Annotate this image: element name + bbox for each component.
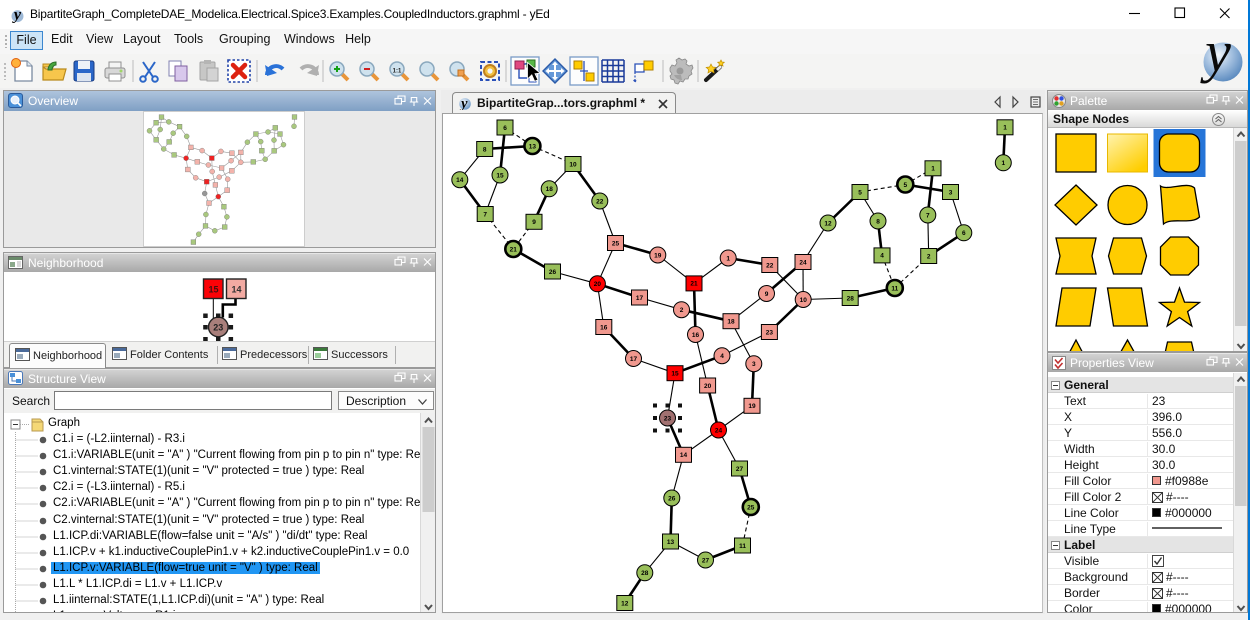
svg-text:5: 5 <box>858 189 862 196</box>
svg-text:13: 13 <box>667 539 675 546</box>
svg-text:28: 28 <box>847 295 855 302</box>
svg-text:6: 6 <box>962 230 966 237</box>
svg-text:12: 12 <box>824 220 832 227</box>
svg-text:27: 27 <box>702 557 710 564</box>
svg-text:20: 20 <box>594 281 602 288</box>
svg-text:y: y <box>459 96 468 110</box>
svg-text:23: 23 <box>766 329 774 336</box>
svg-text:7: 7 <box>926 212 930 219</box>
svg-text:15: 15 <box>496 172 504 179</box>
svg-text:12: 12 <box>621 600 629 607</box>
svg-text:1: 1 <box>931 166 935 173</box>
svg-text:22: 22 <box>766 262 774 269</box>
svg-text:5: 5 <box>903 182 907 189</box>
svg-text:1:1: 1:1 <box>393 69 402 75</box>
svg-text:13: 13 <box>529 143 537 150</box>
svg-text:10: 10 <box>800 297 808 304</box>
svg-text:19: 19 <box>654 252 662 259</box>
svg-text:6: 6 <box>503 125 507 132</box>
svg-text:14: 14 <box>456 177 464 184</box>
svg-text:10: 10 <box>569 161 577 168</box>
svg-text:4: 4 <box>720 353 724 360</box>
svg-text:1: 1 <box>726 255 730 262</box>
svg-text:26: 26 <box>549 269 557 276</box>
svg-text:21: 21 <box>690 281 698 288</box>
svg-text:23: 23 <box>213 323 223 333</box>
svg-text:17: 17 <box>630 356 638 363</box>
svg-text:3: 3 <box>949 189 953 196</box>
svg-text:26: 26 <box>668 495 676 502</box>
svg-text:1: 1 <box>1001 160 1005 167</box>
svg-text:19: 19 <box>748 403 756 410</box>
svg-text:2: 2 <box>680 307 684 314</box>
svg-text:8: 8 <box>876 218 880 225</box>
svg-text:20: 20 <box>704 383 712 390</box>
svg-text:22: 22 <box>596 198 604 205</box>
svg-text:24: 24 <box>799 259 807 266</box>
svg-text:18: 18 <box>727 319 735 326</box>
svg-text:y: y <box>12 7 22 23</box>
svg-text:16: 16 <box>692 332 700 339</box>
svg-text:2: 2 <box>927 253 931 260</box>
svg-text:28: 28 <box>641 570 649 577</box>
svg-text:18: 18 <box>546 186 554 193</box>
svg-text:25: 25 <box>612 240 620 247</box>
svg-text:14: 14 <box>231 285 241 295</box>
svg-text:8: 8 <box>483 146 487 153</box>
svg-text:3: 3 <box>752 361 756 368</box>
svg-text:1: 1 <box>1003 125 1007 132</box>
svg-text:y: y <box>1200 30 1231 84</box>
svg-text:11: 11 <box>739 543 746 550</box>
svg-text:25: 25 <box>747 504 755 511</box>
svg-text:27: 27 <box>736 466 744 473</box>
svg-text:7: 7 <box>483 211 487 218</box>
svg-text:17: 17 <box>636 295 644 302</box>
svg-text:15: 15 <box>671 371 679 378</box>
svg-text:21: 21 <box>510 246 518 253</box>
svg-text:23: 23 <box>664 415 672 422</box>
svg-text:9: 9 <box>765 291 769 298</box>
svg-text:16: 16 <box>600 324 608 331</box>
svg-text:15: 15 <box>208 285 218 295</box>
svg-text:4: 4 <box>880 253 884 260</box>
svg-text:9: 9 <box>532 219 536 226</box>
svg-text:14: 14 <box>680 452 688 459</box>
svg-text:11: 11 <box>891 285 898 292</box>
svg-text:24: 24 <box>715 427 723 434</box>
